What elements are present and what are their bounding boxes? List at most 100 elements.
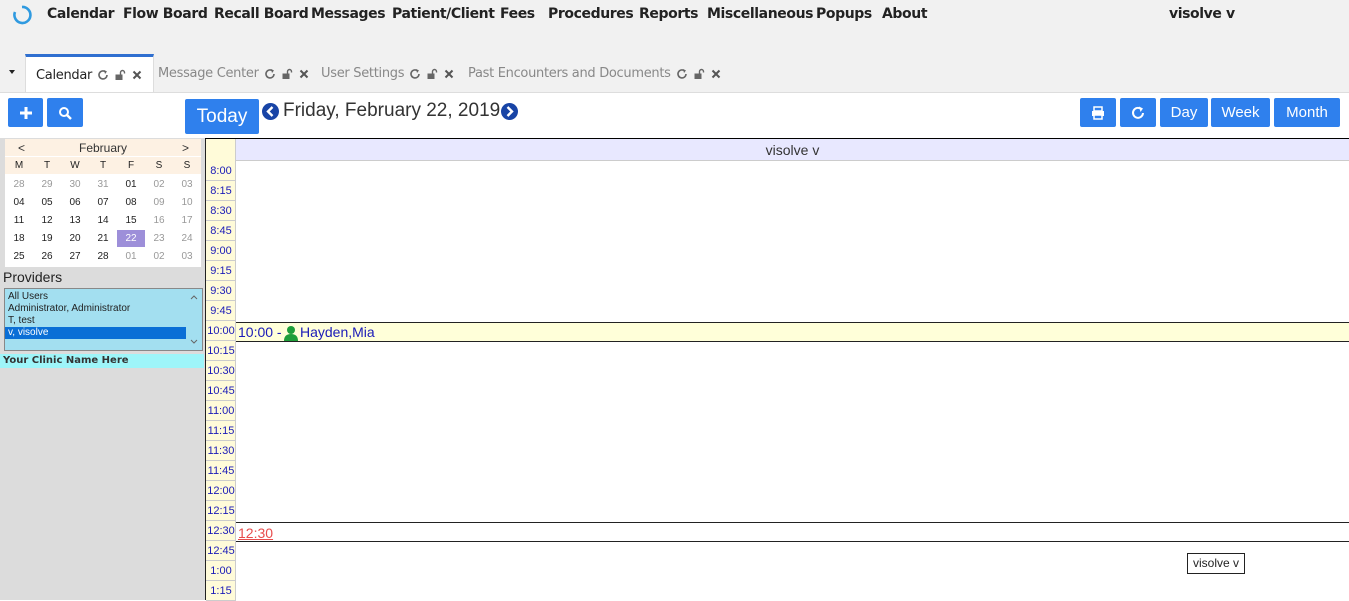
unlock-icon[interactable]	[114, 69, 126, 81]
appointment-patient-name[interactable]: Hayden,Mia	[300, 324, 375, 340]
prev-day-icon[interactable]	[262, 103, 279, 120]
menu-about[interactable]: About	[882, 6, 928, 22]
search-button[interactable]	[47, 98, 83, 127]
menu-recall-board[interactable]: Recall Board	[214, 6, 309, 22]
provider-option[interactable]: Administrator, Administrator	[5, 303, 187, 315]
close-icon[interactable]	[298, 68, 310, 80]
time-slot-label[interactable]: 8:00	[206, 161, 236, 181]
provider-option[interactable]: All Users	[5, 291, 187, 303]
time-slot-label[interactable]: 12:30	[206, 521, 236, 541]
mini-calendar-day[interactable]: 03	[173, 248, 201, 265]
mini-calendar-day[interactable]: 17	[173, 212, 201, 229]
time-slot-label[interactable]: 10:30	[206, 361, 236, 381]
mini-calendar-day[interactable]: 22	[117, 230, 145, 247]
tab-user-settings[interactable]: User Settings	[311, 54, 465, 93]
mini-calendar-day[interactable]: 18	[5, 230, 33, 247]
next-month-link[interactable]: >	[182, 141, 189, 155]
close-icon[interactable]	[710, 68, 722, 80]
mini-calendar-day[interactable]: 29	[33, 176, 61, 193]
time-slot-label[interactable]: 8:30	[206, 201, 236, 221]
mini-calendar-day[interactable]: 01	[117, 248, 145, 265]
day-view-button[interactable]: Day	[1160, 98, 1208, 127]
close-icon[interactable]	[443, 68, 455, 80]
mini-calendar-day[interactable]: 24	[173, 230, 201, 247]
mini-calendar-day[interactable]: 02	[145, 248, 173, 265]
mini-calendar-day[interactable]: 08	[117, 194, 145, 211]
unlock-icon[interactable]	[281, 68, 293, 80]
mini-calendar-day[interactable]: 11	[5, 212, 33, 229]
tab-past-encounters[interactable]: Past Encounters and Documents	[458, 54, 732, 93]
mini-calendar-day[interactable]: 07	[89, 194, 117, 211]
mini-calendar-day[interactable]: 15	[117, 212, 145, 229]
mini-calendar-day[interactable]: 23	[145, 230, 173, 247]
current-user-name[interactable]: visolve v	[1169, 6, 1235, 22]
menu-calendar[interactable]: Calendar	[47, 6, 115, 22]
mini-calendar-day[interactable]: 27	[61, 248, 89, 265]
unlock-icon[interactable]	[426, 68, 438, 80]
menu-procedures[interactable]: Procedures	[548, 6, 634, 22]
refresh-icon[interactable]	[97, 69, 109, 81]
time-slot-label[interactable]: 9:00	[206, 241, 236, 261]
time-slot-row[interactable]: 12:30	[236, 522, 1349, 542]
time-slot-label[interactable]: 10:15	[206, 341, 236, 361]
print-button[interactable]	[1080, 98, 1116, 127]
mini-calendar-day[interactable]: 02	[145, 176, 173, 193]
next-day-icon[interactable]	[501, 103, 518, 120]
appointment-block[interactable]: 10:00 - Hayden,Mia	[236, 322, 1349, 342]
mini-calendar-day[interactable]: 09	[145, 194, 173, 211]
refresh-icon[interactable]	[409, 68, 421, 80]
mini-calendar-day[interactable]: 10	[173, 194, 201, 211]
app-logo-icon[interactable]	[12, 5, 32, 25]
mini-calendar-day[interactable]: 05	[33, 194, 61, 211]
mini-calendar-day[interactable]: 03	[173, 176, 201, 193]
time-slot-label[interactable]: 9:30	[206, 281, 236, 301]
time-slot-label[interactable]: 11:30	[206, 441, 236, 461]
add-appointment-button[interactable]	[8, 98, 43, 127]
mini-calendar-day[interactable]: 01	[117, 176, 145, 193]
time-slot-label[interactable]: 8:45	[206, 221, 236, 241]
time-slot-label[interactable]: 1:15	[206, 581, 236, 601]
mini-calendar-day[interactable]: 25	[5, 248, 33, 265]
time-slot-label[interactable]: 12:45	[206, 541, 236, 561]
time-slot-label[interactable]: 12:00	[206, 481, 236, 501]
time-slot-label[interactable]: 10:00	[206, 321, 236, 341]
menu-messages[interactable]: Messages	[311, 6, 386, 22]
time-slot-label[interactable]: 1:00	[206, 561, 236, 581]
providers-listbox[interactable]: All Users Administrator, Administrator T, …	[4, 288, 203, 351]
refresh-icon[interactable]	[264, 68, 276, 80]
time-slot-label[interactable]: 8:15	[206, 181, 236, 201]
tab-message-center[interactable]: Message Center	[148, 54, 320, 93]
time-slot-label[interactable]: 10:45	[206, 381, 236, 401]
mini-calendar-day[interactable]: 20	[61, 230, 89, 247]
tab-dropdown-icon[interactable]	[4, 64, 20, 80]
menu-reports[interactable]: Reports	[639, 6, 698, 22]
month-view-button[interactable]: Month	[1274, 98, 1340, 127]
mini-calendar-day[interactable]: 19	[33, 230, 61, 247]
mini-calendar-day[interactable]: 21	[89, 230, 117, 247]
mini-calendar-day[interactable]: 12	[33, 212, 61, 229]
refresh-icon[interactable]	[676, 68, 688, 80]
time-slot-label[interactable]: 12:15	[206, 501, 236, 521]
mini-calendar-day[interactable]: 28	[89, 248, 117, 265]
mini-calendar-day[interactable]: 13	[61, 212, 89, 229]
unlock-icon[interactable]	[693, 68, 705, 80]
time-slot-label[interactable]: 11:45	[206, 461, 236, 481]
tab-calendar[interactable]: Calendar	[25, 54, 155, 93]
close-icon[interactable]	[131, 69, 143, 81]
menu-miscellaneous[interactable]: Miscellaneous	[707, 6, 813, 22]
menu-patient-client[interactable]: Patient/Client	[392, 6, 495, 22]
provider-option[interactable]: T, test	[5, 315, 187, 327]
new-appointment-link[interactable]: 12:30	[238, 525, 273, 541]
today-button[interactable]: Today	[185, 99, 259, 134]
menu-fees[interactable]: Fees	[500, 6, 535, 22]
time-slot-label[interactable]: 9:45	[206, 301, 236, 321]
time-slot-label[interactable]: 11:00	[206, 401, 236, 421]
provider-option[interactable]: v, visolve	[5, 327, 187, 339]
providers-scrollbar[interactable]	[186, 289, 202, 350]
mini-calendar-day[interactable]: 30	[61, 176, 89, 193]
mini-calendar-day[interactable]: 14	[89, 212, 117, 229]
week-view-button[interactable]: Week	[1211, 98, 1270, 127]
mini-calendar-day[interactable]: 16	[145, 212, 173, 229]
mini-calendar-day[interactable]: 04	[5, 194, 33, 211]
mini-calendar-day[interactable]: 06	[61, 194, 89, 211]
